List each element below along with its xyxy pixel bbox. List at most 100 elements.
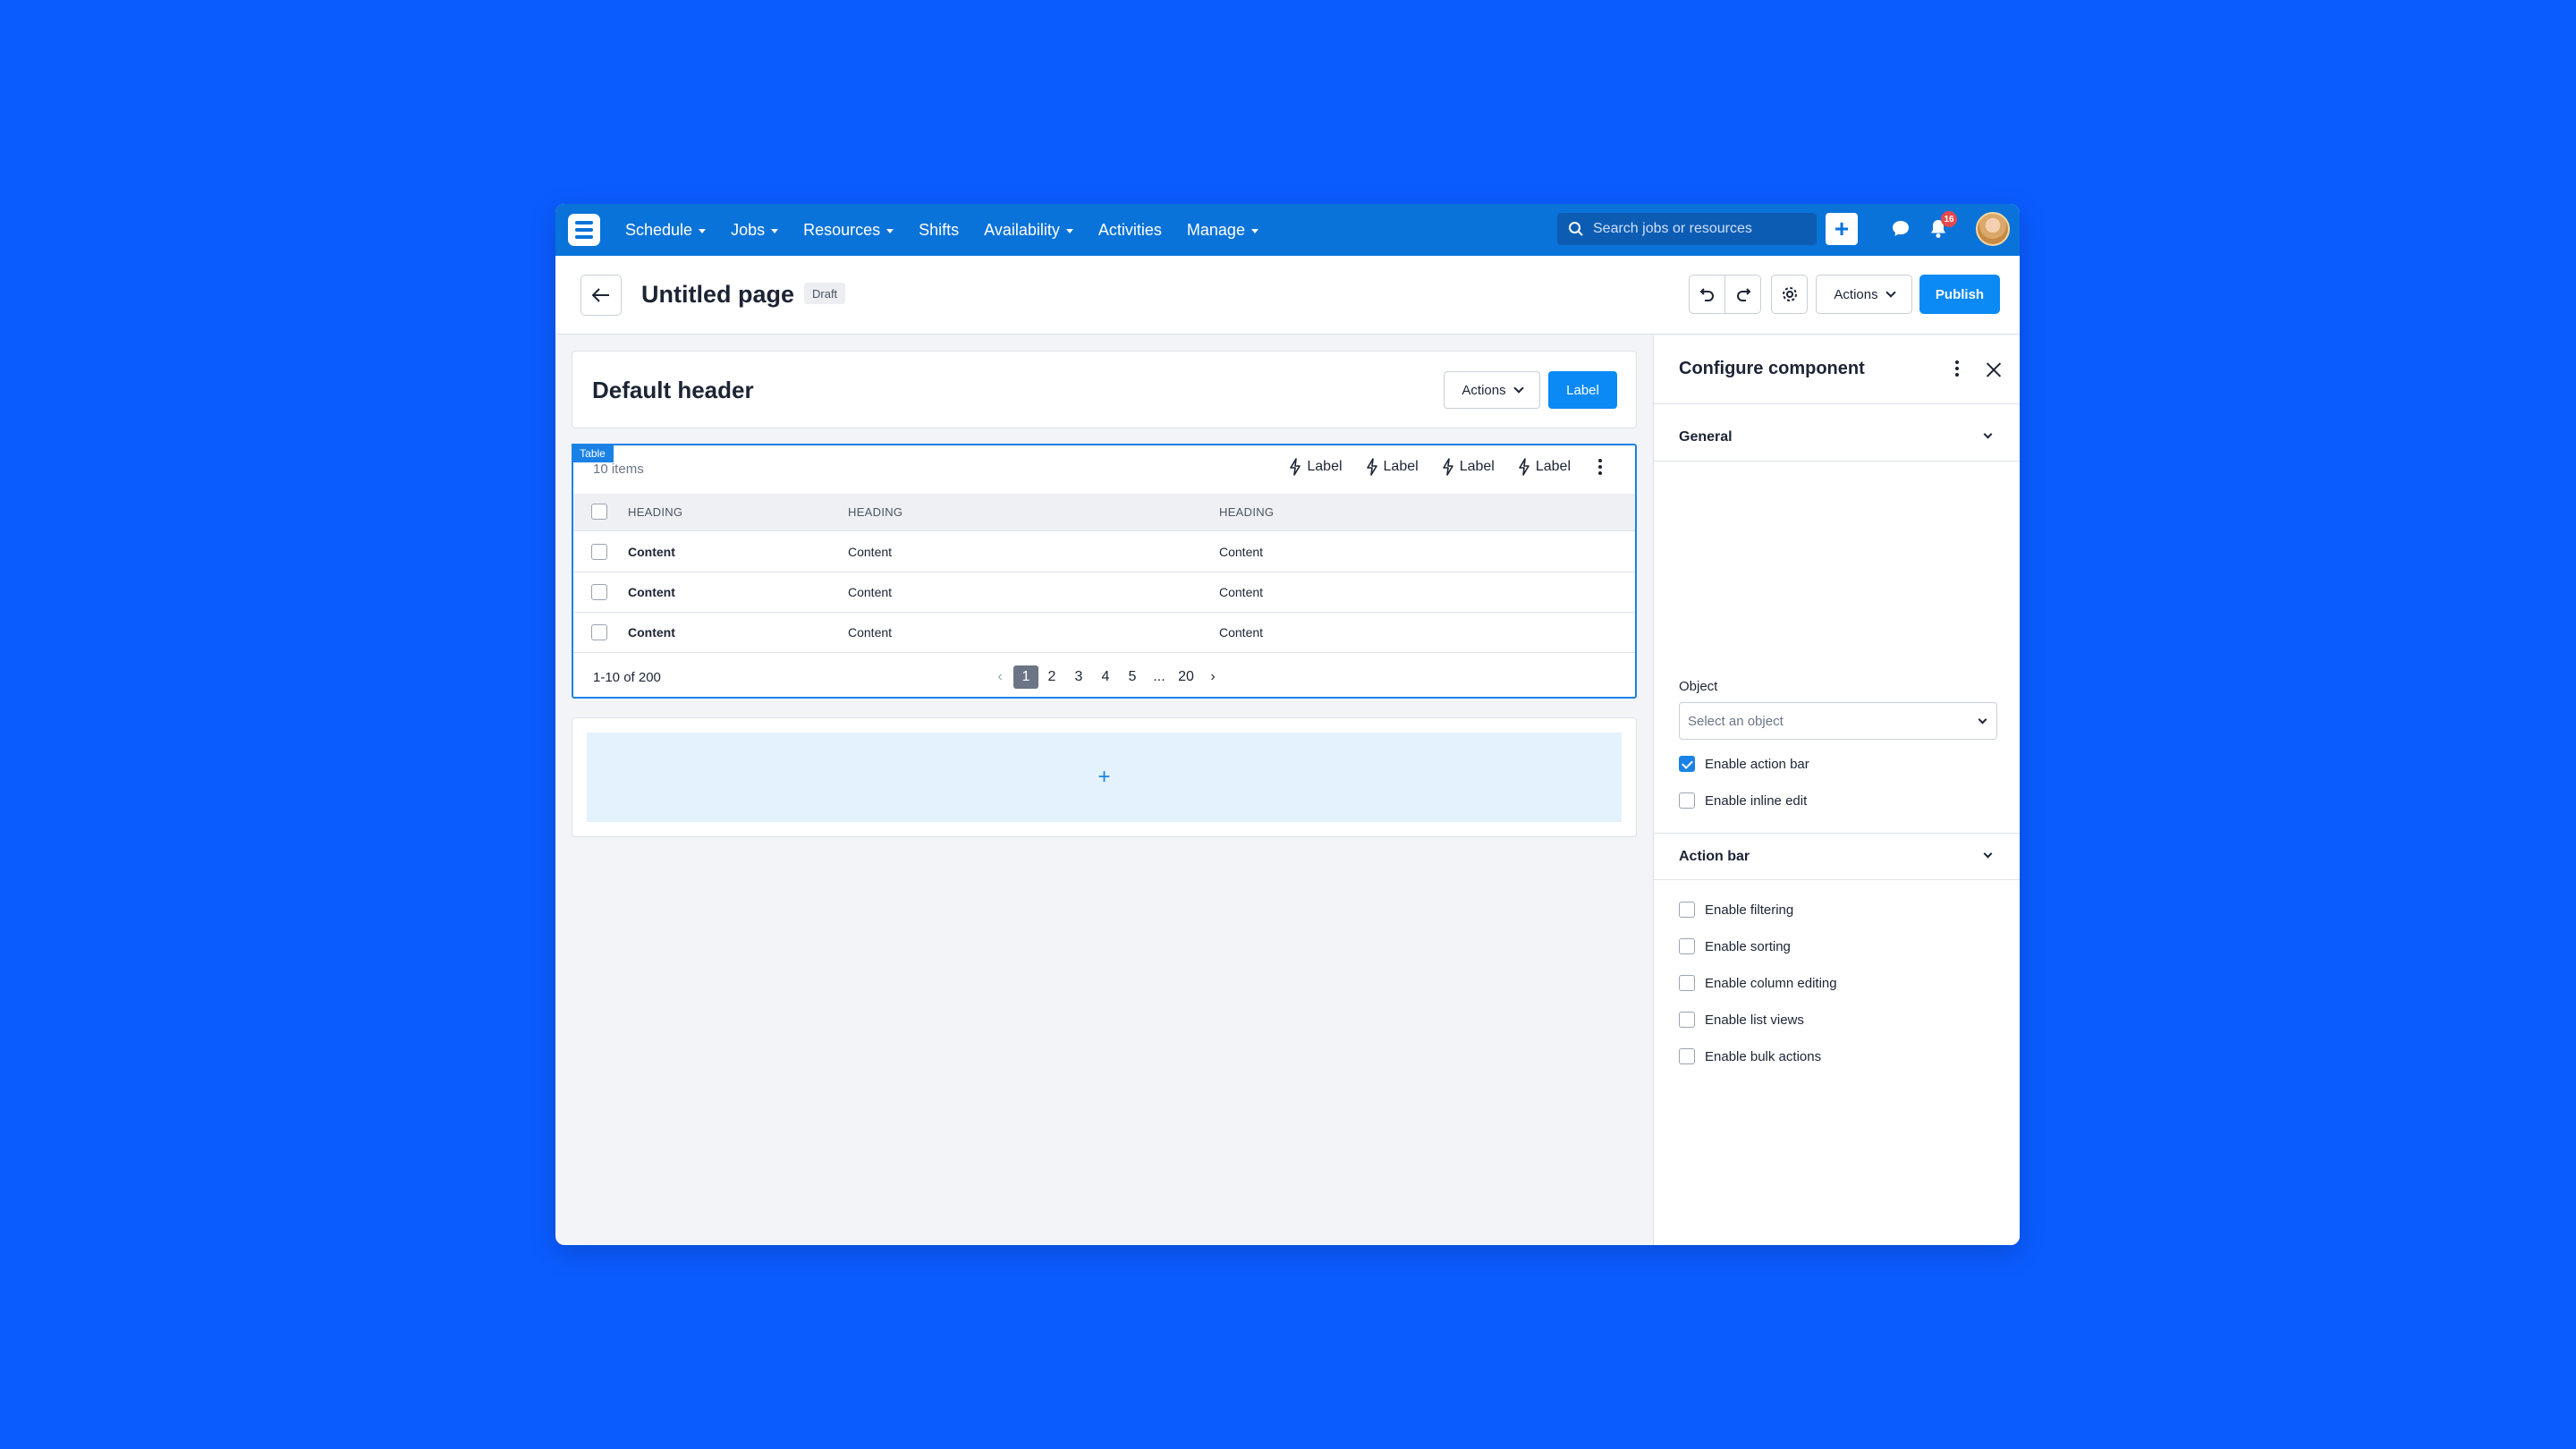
table-cell: Content xyxy=(848,585,893,599)
lightning-icon xyxy=(1442,458,1453,476)
table-cell: Content xyxy=(628,545,675,559)
search-icon xyxy=(1569,222,1583,236)
page-button[interactable]: 2 xyxy=(1038,665,1065,689)
close-icon[interactable] xyxy=(1985,360,2003,378)
object-select[interactable]: Select an object xyxy=(1679,702,1997,740)
page-button[interactable]: 4 xyxy=(1092,665,1119,689)
option-enable-filtering[interactable]: Enable filtering xyxy=(1679,902,1793,918)
app-logo-icon[interactable] xyxy=(568,214,600,246)
chat-icon[interactable] xyxy=(1891,219,1911,239)
header-component[interactable]: Default header Actions Label xyxy=(572,351,1637,428)
next-page-icon[interactable]: › xyxy=(1199,665,1226,689)
nav-item-activities[interactable]: Activities xyxy=(1098,221,1162,240)
add-component-dropzone[interactable]: + xyxy=(587,733,1622,822)
section-general-heading[interactable]: General xyxy=(1679,429,1733,445)
page-button[interactable]: 5 xyxy=(1119,665,1146,689)
caret-down-icon xyxy=(699,228,707,233)
page-button[interactable]: 20 xyxy=(1173,665,1199,689)
search-input[interactable] xyxy=(1593,221,1808,237)
column-heading[interactable]: HEADING xyxy=(1219,505,1274,519)
section-action-bar-heading[interactable]: Action bar xyxy=(1679,849,1750,865)
toolbar-action-1[interactable]: Label xyxy=(1289,458,1343,476)
option-enable-column-editing[interactable]: Enable column editing xyxy=(1679,975,1837,991)
row-checkbox[interactable] xyxy=(591,584,607,600)
page-ellipsis: ... xyxy=(1153,669,1165,684)
status-badge: Draft xyxy=(804,283,846,304)
checkbox[interactable] xyxy=(1679,792,1695,809)
more-options-icon[interactable] xyxy=(1594,459,1606,475)
nav-item-jobs[interactable]: Jobs xyxy=(731,221,779,240)
chevron-down-icon xyxy=(1885,287,1896,298)
lightning-icon xyxy=(1290,458,1301,476)
top-nav: Schedule Jobs Resources Shifts Availabil… xyxy=(555,204,2020,256)
checkbox[interactable] xyxy=(1679,1012,1695,1028)
header-label-button[interactable]: Label xyxy=(1548,371,1617,409)
notification-badge: 16 xyxy=(1941,211,1957,227)
undo-icon xyxy=(1699,288,1714,301)
page-button-current[interactable]: 1 xyxy=(1013,665,1038,689)
option-enable-action-bar[interactable]: Enable action bar xyxy=(1679,756,1809,772)
column-heading[interactable]: HEADING xyxy=(628,505,682,519)
chevron-down-icon xyxy=(1978,715,1987,724)
option-enable-bulk-actions[interactable]: Enable bulk actions xyxy=(1679,1048,1821,1064)
nav-menu: Schedule Jobs Resources Shifts Availabil… xyxy=(625,221,1284,240)
row-checkbox[interactable] xyxy=(591,544,607,560)
checkbox[interactable] xyxy=(1679,975,1695,991)
back-button[interactable] xyxy=(580,275,622,316)
table-row[interactable]: Content Content Content xyxy=(573,613,1635,653)
option-enable-sorting[interactable]: Enable sorting xyxy=(1679,938,1791,954)
column-heading[interactable]: HEADING xyxy=(848,505,902,519)
select-all-checkbox[interactable] xyxy=(591,504,607,520)
items-count: 10 items xyxy=(593,462,644,477)
search-box xyxy=(1557,213,1817,245)
divider xyxy=(1654,461,2020,462)
toolbar-action-2[interactable]: Label xyxy=(1366,458,1419,476)
page-actions-button[interactable]: Actions xyxy=(1816,275,1912,314)
nav-item-availability[interactable]: Availability xyxy=(984,221,1073,240)
caret-down-icon xyxy=(1065,228,1073,233)
checkbox[interactable] xyxy=(1679,902,1695,918)
chevron-down-icon[interactable] xyxy=(1983,849,1993,859)
checkbox-checked[interactable] xyxy=(1679,756,1695,772)
row-checkbox[interactable] xyxy=(591,624,607,640)
caret-down-icon xyxy=(771,228,779,233)
table-row[interactable]: Content Content Content xyxy=(573,572,1635,613)
table-cell: Content xyxy=(628,625,675,640)
pagination-bar: 1-10 of 200 ‹ 1 2 3 4 5 ... 20 › xyxy=(573,657,1635,699)
toolbar-action-4[interactable]: Label xyxy=(1518,458,1571,476)
add-button[interactable]: + xyxy=(1826,213,1858,245)
checkbox[interactable] xyxy=(1679,938,1695,954)
panel-more-icon[interactable] xyxy=(1951,360,1963,377)
table-toolbar: Label Label Label Label xyxy=(1289,458,1606,476)
table-cell: Content xyxy=(848,545,893,559)
prev-page-icon[interactable]: ‹ xyxy=(987,665,1013,689)
nav-item-shifts[interactable]: Shifts xyxy=(919,221,959,240)
header-actions-button[interactable]: Actions xyxy=(1444,371,1540,409)
page-header: Untitled page Draft Actions Publish xyxy=(555,256,2020,335)
empty-component-slot: + xyxy=(572,717,1637,837)
object-field-label: Object xyxy=(1679,679,1718,694)
option-enable-inline-edit[interactable]: Enable inline edit xyxy=(1679,792,1807,809)
table-cell: Content xyxy=(628,585,675,599)
caret-down-icon xyxy=(886,228,894,233)
table-component[interactable]: Table 10 items Label Label Label Label H… xyxy=(572,444,1637,699)
nav-item-resources[interactable]: Resources xyxy=(803,221,894,240)
toolbar-action-3[interactable]: Label xyxy=(1442,458,1495,476)
redo-button[interactable] xyxy=(1724,275,1761,314)
nav-item-manage[interactable]: Manage xyxy=(1187,221,1258,240)
user-avatar[interactable] xyxy=(1976,212,2010,246)
option-enable-list-views[interactable]: Enable list views xyxy=(1679,1012,1804,1028)
page-button[interactable]: 3 xyxy=(1065,665,1092,689)
undo-button[interactable] xyxy=(1689,275,1725,314)
table-row[interactable]: Content Content Content xyxy=(573,532,1635,572)
divider xyxy=(1654,833,2020,834)
table-cell: Content xyxy=(1219,585,1264,599)
checkbox[interactable] xyxy=(1679,1048,1695,1064)
settings-button[interactable] xyxy=(1771,275,1808,314)
chevron-down-icon[interactable] xyxy=(1983,429,1993,439)
divider xyxy=(1654,403,2020,404)
publish-button[interactable]: Publish xyxy=(1919,275,2000,314)
nav-item-schedule[interactable]: Schedule xyxy=(625,221,707,240)
app-window: Schedule Jobs Resources Shifts Availabil… xyxy=(555,204,2020,1245)
panel-title: Configure component xyxy=(1679,359,1865,378)
